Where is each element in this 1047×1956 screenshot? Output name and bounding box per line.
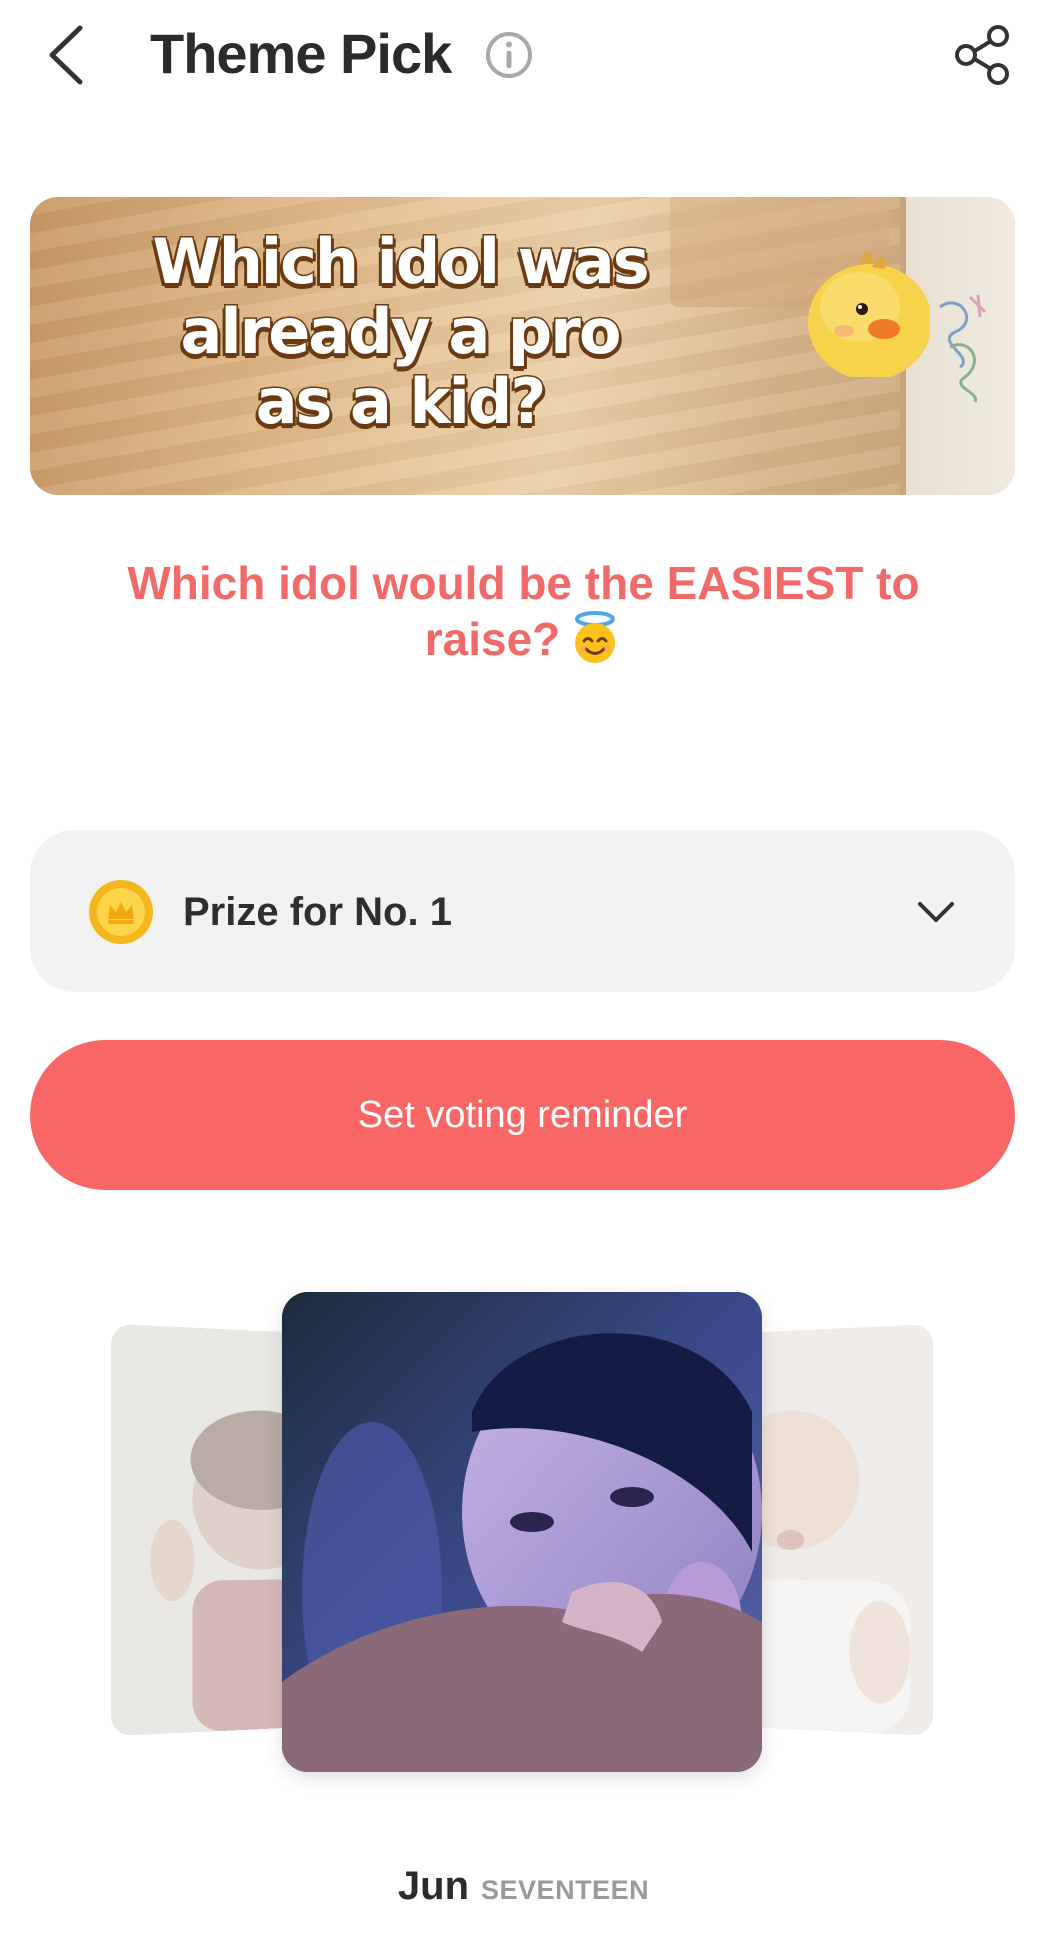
page-title: Theme Pick [150,22,452,85]
prize-label: Prize for No. 1 [183,890,452,934]
question-label: Which idol would be the EASIEST to raise… [127,557,920,665]
set-voting-reminder-button[interactable]: Set voting reminder [30,1040,1015,1190]
question-text: Which idol would be the EASIEST to raise… [80,555,967,667]
chevron-left-icon [49,25,83,85]
candidate-group: SEVENTEEN [481,1875,650,1905]
info-icon [486,32,532,78]
back-button[interactable] [36,20,96,90]
candidate-caption: Jun SEVENTEEN [0,1864,1047,1909]
candidate-name: Jun [397,1864,470,1908]
info-button[interactable] [484,30,534,80]
chevron-down-icon [918,902,954,922]
banner-headline: Which idol was already a pro as a kid? [151,225,651,438]
current-candidate-card[interactable] [282,1292,762,1772]
coin-icon [89,880,153,944]
share-button[interactable] [950,22,1016,88]
smiling-face-with-halo-icon [575,611,616,663]
top-bar: Theme Pick [0,0,1047,110]
prize-dropdown[interactable]: Prize for No. 1 [30,830,1015,992]
chick-mascot-illustration [808,251,930,377]
crayon-scribble-illustration [939,294,987,403]
theme-banner: Which idol was already a pro as a kid? [30,197,1015,495]
share-icon [955,25,1009,85]
candidate-photo [282,1292,762,1772]
